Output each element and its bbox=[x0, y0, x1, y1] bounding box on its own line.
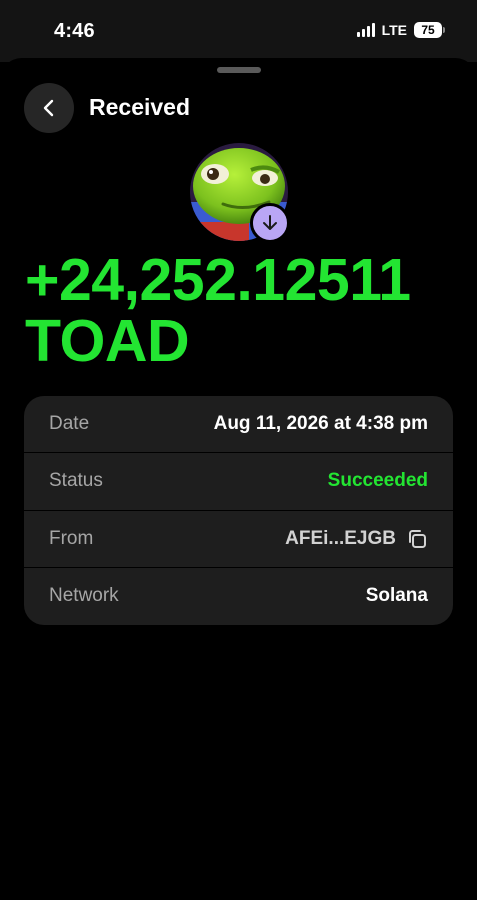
from-label: From bbox=[49, 527, 94, 549]
details-card: Date Aug 11, 2026 at 4:38 pm Status Succ… bbox=[24, 396, 453, 625]
status-label: Status bbox=[49, 470, 103, 492]
date-label: Date bbox=[49, 413, 90, 435]
arrow-down-icon bbox=[263, 215, 277, 230]
back-button[interactable] bbox=[24, 83, 74, 133]
from-address-group[interactable]: AFEi...EJGB bbox=[285, 528, 428, 550]
copy-icon[interactable] bbox=[406, 528, 428, 550]
network-type: LTE bbox=[381, 22, 407, 38]
status-indicators: LTE 75 bbox=[356, 22, 445, 38]
battery-level: 75 bbox=[414, 22, 442, 38]
network-value: Solana bbox=[365, 585, 428, 607]
detail-row-from[interactable]: From AFEi...EJGB bbox=[24, 511, 453, 568]
sheet-grabber[interactable] bbox=[217, 67, 261, 73]
page-title: Received bbox=[89, 94, 191, 120]
amount-value: +24,252.12511 bbox=[25, 247, 411, 313]
date-value: Aug 11, 2026 at 4:38 pm bbox=[213, 413, 428, 435]
chevron-left-icon bbox=[43, 99, 54, 117]
battery-icon: 75 bbox=[414, 22, 445, 38]
detail-row-network: Network Solana bbox=[24, 568, 453, 625]
network-label: Network bbox=[49, 585, 119, 607]
detail-row-date: Date Aug 11, 2026 at 4:38 pm bbox=[24, 396, 453, 454]
detail-row-status: Status Succeeded bbox=[24, 453, 453, 511]
amount-symbol: TOAD bbox=[25, 308, 190, 374]
status-value: Succeeded bbox=[327, 470, 428, 492]
signal-icon bbox=[356, 23, 375, 37]
received-amount: +24,252.12511 TOAD bbox=[25, 250, 465, 372]
receive-badge bbox=[250, 203, 290, 243]
status-time: 4:46 bbox=[54, 20, 95, 42]
from-address: AFEi...EJGB bbox=[285, 527, 396, 549]
